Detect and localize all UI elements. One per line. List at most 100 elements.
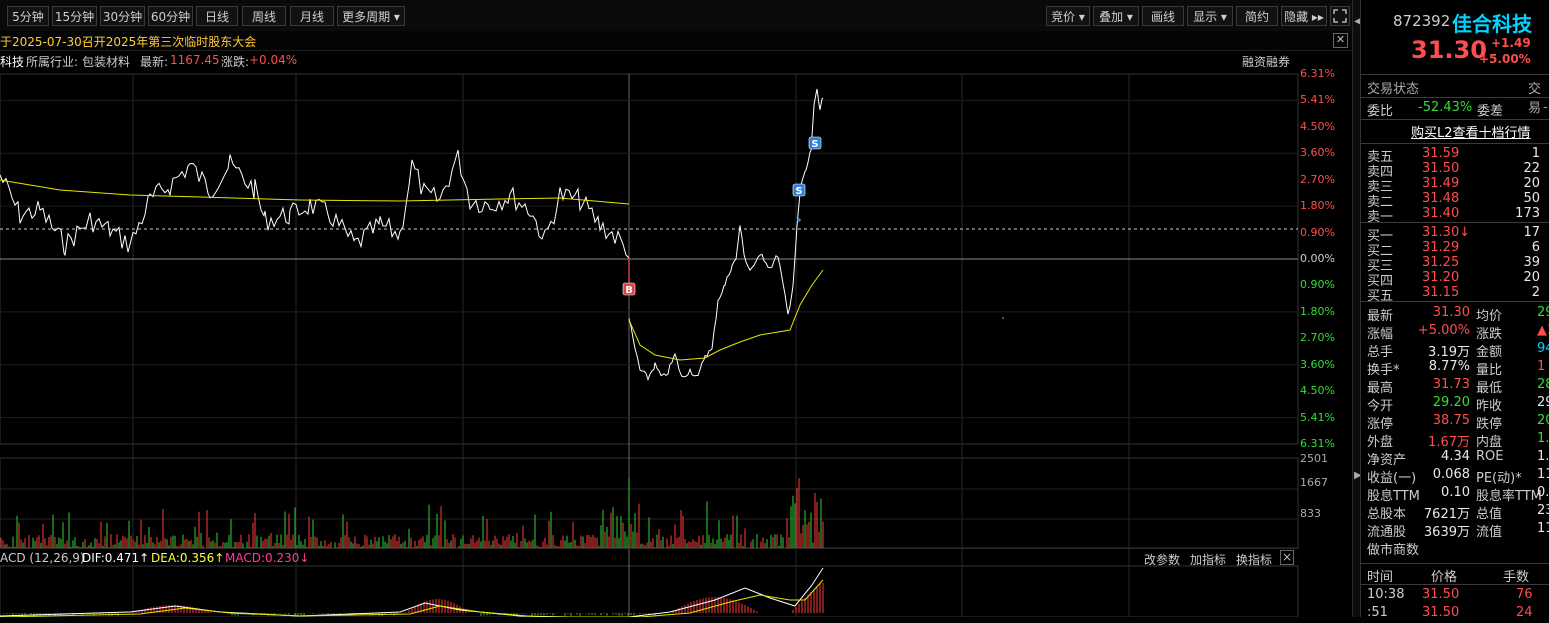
price-line-today [628,88,824,381]
stat-value-2: 1.5 [1537,431,1549,446]
price-axis-label: 2.70% [1300,331,1335,345]
stat-label-2: 金额 [1476,345,1503,360]
stat-row: 最新 31.30 均价 29 [1361,305,1549,324]
stat-label-2: 均价 [1476,309,1503,324]
add-indicator-button[interactable]: 加指标 [1190,551,1226,568]
price-line-prev [0,149,630,259]
price-axis-label: 1.80% [1300,199,1335,213]
stat-label-2: 跌停 [1476,417,1503,432]
stat-row: 涨幅 +5.00% 涨跌 ▲1 [1361,323,1549,342]
stat-value-2: 1 [1537,359,1546,374]
stat-label: 今开 [1367,399,1394,414]
stat-label-2: 总值 [1476,507,1503,522]
bid-price: 31.25 [1422,255,1460,270]
stat-label: 流通股 [1367,525,1407,540]
stat-row: 换手* 8.77% 量比 1 [1361,359,1549,378]
stat-row: 股息TTM 0.10 股息率TTM0.2 [1361,485,1549,504]
stat-label-2: PE(动)* [1476,471,1522,486]
ticks-header: 时间 价格 手数 [1361,566,1549,585]
tick-price: 31.50 [1422,605,1460,620]
price-change: +1.49 [1491,36,1531,50]
ask-price: 31.50 [1422,161,1460,176]
bid-volume: 39 [1523,255,1540,270]
price-axis-label: 1.80% [1300,304,1335,318]
stat-label: 最新 [1367,309,1394,324]
stat-value: 29.20 [1432,395,1470,410]
price-axis-label: 3.60% [1300,146,1335,160]
ask-volume: 50 [1523,191,1540,206]
stat-label-2: 昨收 [1476,399,1503,414]
price-axis-label: 5.41% [1300,410,1335,424]
stat-value-2: 20 [1537,413,1549,428]
bid-price: 31.29 [1422,240,1460,255]
stat-value: 8.77% [1428,359,1470,374]
stat-value: 0.10 [1441,485,1470,500]
stat-row: 做市商数 [1361,539,1549,558]
stat-label: 股息TTM [1367,489,1420,504]
price-axis-label: 4.50% [1300,384,1335,398]
tick-row: :51 31.50 24 [1361,605,1549,623]
stat-row: 今开 29.20 昨收 29 [1361,395,1549,414]
svg-text:S: S [795,186,802,197]
price-axis-label: 5.41% [1300,93,1335,107]
trade-status-row: 交易状态 交易 [1361,78,1549,116]
stat-value-2: 114 [1537,467,1549,482]
weibi-label: 委比 [1367,104,1394,119]
ask-volume: 22 [1523,161,1540,176]
intraday-chart[interactable]: B S S [0,0,1352,617]
change-params-button[interactable]: 改参数 [1144,551,1180,568]
tick-row: 10:38 31.50 76 [1361,587,1549,605]
stat-row: 最高 31.73 最低 28 [1361,377,1549,396]
bid-volume: 20 [1523,270,1540,285]
stat-value: 0.068 [1432,467,1470,482]
sell-marker-2[interactable]: S [808,136,822,150]
macd-value: MACD:0.230↓ [225,551,310,565]
ticks-time-header: 时间 [1367,570,1394,585]
close-indicator-icon[interactable]: × [1280,550,1294,565]
bid-volume: 17 [1523,225,1540,240]
switch-indicator-button[interactable]: 换指标 [1236,551,1272,568]
l2-row: 购买L2查看十档行情 [1361,122,1549,141]
stat-label: 换手* [1367,363,1400,378]
price-header: 31.30 +1.49 +5.00% [1361,36,1549,68]
stat-value: 1.67万 [1428,435,1470,450]
stat-value-2: 29 [1537,395,1549,410]
price-axis-label: 6.31% [1300,67,1335,80]
stat-value: 4.34 [1441,449,1470,464]
trade-status-label: 交易状态 [1367,82,1420,97]
stat-label-2: ROE [1476,449,1504,464]
ticks-vol-header: 手数 [1503,570,1530,585]
macd-title[interactable]: ACD (12,26,9) [0,551,85,565]
bid-price: 31.15 [1422,285,1460,300]
tick-time: 10:38 [1367,587,1405,602]
ask-volume: 20 [1523,176,1540,191]
avg-line-today [628,269,824,361]
stat-label: 总手 [1367,345,1394,360]
stat-value: 38.75 [1432,413,1470,428]
ask-price: 31.59 [1422,146,1460,161]
stat-value-2: 28 [1537,377,1549,392]
stat-row: 收益(一) 0.068 PE(动)* 114 [1361,467,1549,486]
quote-header: 872392 佳合科技 [1361,10,1549,36]
ask-price: 31.48 [1422,191,1460,206]
weibi-value: -52.43% [1418,100,1473,115]
ask-price: 31.49 [1422,176,1460,191]
stat-label-2: 涨跌 [1476,327,1503,342]
buy-l2-link[interactable]: 购买L2查看十档行情 [1411,122,1531,141]
stat-value: 3639万 [1423,525,1470,540]
tick-volume: 24 [1516,605,1533,620]
stat-label-2: 股息率TTM [1476,489,1542,504]
volume-axis-label: 2501 [1300,452,1328,465]
stat-label: 涨幅 [1367,327,1394,342]
sell-dot [797,218,801,222]
tick-price: 31.50 [1422,587,1460,602]
bid-price: 31.20 [1422,270,1460,285]
quote-panel: 872392 佳合科技 31.30 +1.49 +5.00% 交易状态 交易 委… [1360,0,1549,620]
stat-value: 3.19万 [1428,345,1470,360]
stat-label: 外盘 [1367,435,1394,450]
sell-marker-1[interactable]: S [792,183,806,197]
bid-volume: 6 [1531,240,1540,255]
tick-volume: 76 [1516,587,1533,602]
buy-marker[interactable]: B [622,282,636,296]
stat-row: 总手 3.19万金额 947 [1361,341,1549,360]
